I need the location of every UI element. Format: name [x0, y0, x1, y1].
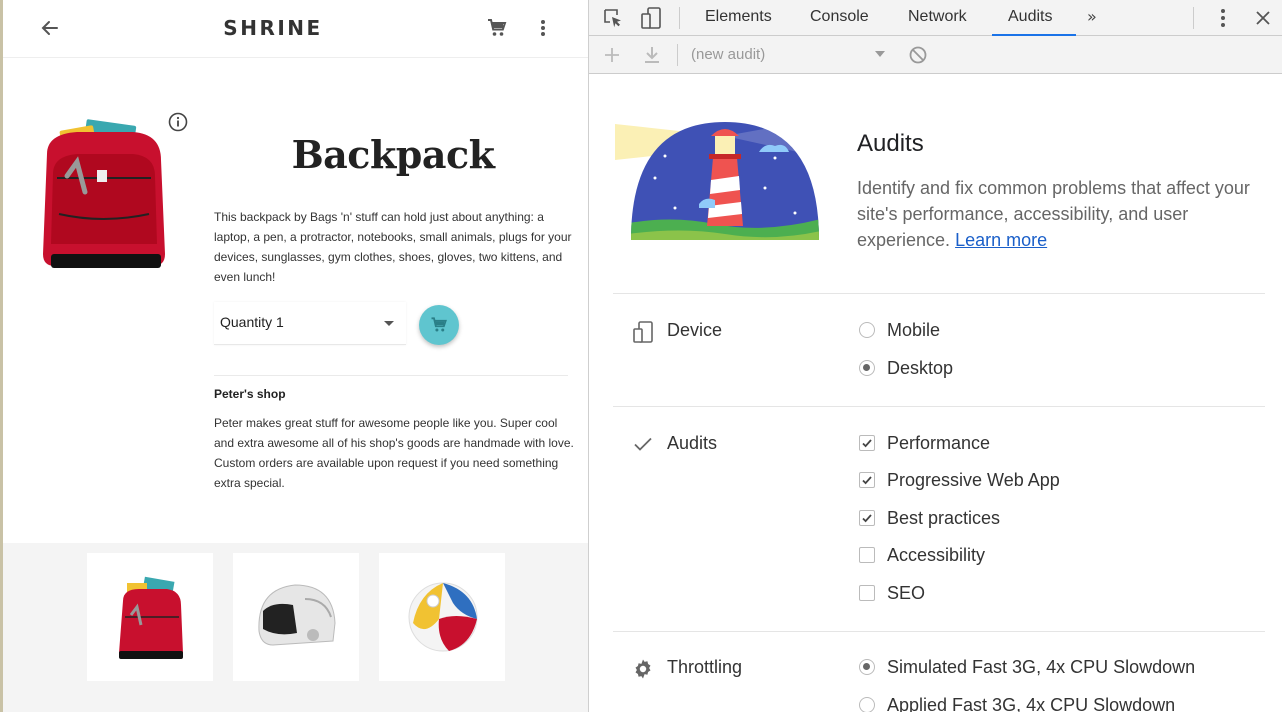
cart-icon[interactable]: [485, 16, 509, 40]
device-toolbar-icon[interactable]: [639, 6, 663, 30]
app-bar: SHRINE: [3, 0, 588, 58]
tab-audits[interactable]: Audits: [1008, 8, 1052, 26]
product-thumb-backpack[interactable]: [87, 553, 213, 681]
divider: [214, 375, 568, 376]
info-icon[interactable]: [167, 111, 189, 133]
close-icon[interactable]: [1251, 6, 1275, 30]
shop-title: Peter's shop: [214, 387, 286, 401]
chevron-down-icon: [875, 51, 885, 57]
option-label: Best practices: [887, 507, 1001, 528]
separator: [679, 7, 680, 29]
option-label: Accessibility: [887, 544, 986, 565]
devtools-panel: Elements Console Network Audits » (new a…: [588, 0, 1282, 712]
audit-select[interactable]: (new audit): [691, 46, 765, 63]
audits-section-label: Audits: [667, 433, 718, 453]
check-icon: [862, 476, 872, 485]
throttling-option-simulated[interactable]: Simulated Fast 3G, 4x CPU Slowdown: [859, 656, 1195, 678]
option-label: Performance: [887, 432, 991, 453]
option-label: Simulated Fast 3G, 4x CPU Slowdown: [887, 656, 1196, 677]
check-icon: [862, 514, 872, 523]
tab-console[interactable]: Console: [810, 8, 869, 26]
clear-icon[interactable]: [907, 44, 929, 66]
best-practices-checkbox[interactable]: [859, 510, 875, 526]
backpack-image: [43, 119, 165, 268]
throttling-section-label: Throttling: [667, 657, 743, 677]
audit-option-accessibility[interactable]: Accessibility: [859, 544, 985, 566]
divider: [613, 293, 1265, 294]
devtools-tab-bar: Elements Console Network Audits »: [589, 0, 1282, 36]
check-icon: [862, 439, 872, 448]
applied-radio[interactable]: [859, 697, 875, 712]
add-to-cart-button[interactable]: [419, 305, 459, 345]
plus-icon[interactable]: [601, 44, 623, 66]
beach-ball-thumb-image: [408, 582, 478, 652]
audit-option-pwa[interactable]: Progressive Web App: [859, 469, 1060, 491]
helmet-thumb-image: [258, 584, 336, 646]
devtools-menu-icon[interactable]: [1211, 6, 1235, 30]
shrine-app: SHRINE Backpack This backpack by Bags 'n…: [0, 0, 588, 712]
mobile-radio[interactable]: [859, 322, 875, 338]
option-label: SEO: [887, 582, 926, 603]
divider: [613, 631, 1265, 632]
option-label: Mobile: [887, 319, 941, 340]
audit-option-seo[interactable]: SEO: [859, 582, 925, 604]
panel-description: Identify and fix common problems that af…: [857, 175, 1267, 253]
inspect-element-icon[interactable]: [601, 6, 625, 30]
accessibility-checkbox[interactable]: [859, 547, 875, 563]
cart-icon: [431, 317, 447, 332]
download-icon[interactable]: [641, 44, 663, 66]
product-thumb-beach-ball[interactable]: [379, 553, 505, 681]
audit-option-performance[interactable]: Performance: [859, 432, 990, 454]
tab-network[interactable]: Network: [908, 8, 967, 26]
learn-more-link[interactable]: Learn more: [955, 230, 1047, 250]
audits-toolbar: (new audit): [589, 36, 1282, 74]
throttling-option-applied[interactable]: Applied Fast 3G, 4x CPU Slowdown: [859, 694, 1175, 712]
device-section-label: Device: [667, 320, 723, 340]
product-description: This backpack by Bags 'n' stuff can hold…: [214, 210, 572, 284]
option-label: Applied Fast 3G, 4x CPU Slowdown: [887, 694, 1176, 712]
tab-elements[interactable]: Elements: [705, 8, 772, 26]
seo-checkbox[interactable]: [859, 585, 875, 601]
gear-icon: [635, 659, 651, 679]
simulated-radio[interactable]: [859, 659, 875, 675]
device-icon: [633, 321, 653, 343]
shop-description: Peter makes great stuff for awesome peop…: [214, 416, 574, 490]
device-option-desktop[interactable]: Desktop: [859, 357, 953, 379]
chevron-down-icon: [384, 321, 394, 326]
divider: [613, 406, 1265, 407]
performance-checkbox[interactable]: [859, 435, 875, 451]
separator: [1193, 7, 1194, 29]
desktop-radio[interactable]: [859, 360, 875, 376]
audit-option-best-practices[interactable]: Best practices: [859, 507, 1000, 529]
panel-description-text: Identify and fix common problems that af…: [857, 178, 1250, 250]
separator: [677, 44, 678, 66]
product-thumb-helmet[interactable]: [233, 553, 359, 681]
more-vert-icon[interactable]: [533, 16, 553, 40]
option-label: Desktop: [887, 357, 954, 378]
device-option-mobile[interactable]: Mobile: [859, 319, 940, 341]
quantity-select[interactable]: Quantity 1: [214, 302, 406, 345]
checkmark-icon: [634, 437, 652, 451]
related-products: [3, 543, 588, 712]
app-brand: SHRINE: [223, 16, 323, 40]
panel-title: Audits: [857, 130, 924, 157]
product-title: Backpack: [291, 132, 495, 177]
lighthouse-logo-icon: [615, 122, 819, 240]
option-label: Progressive Web App: [887, 469, 1060, 490]
backpack-thumb-image: [119, 576, 183, 659]
more-tabs-icon[interactable]: »: [1087, 7, 1097, 26]
quantity-label: Quantity 1: [220, 314, 284, 330]
pwa-checkbox[interactable]: [859, 472, 875, 488]
